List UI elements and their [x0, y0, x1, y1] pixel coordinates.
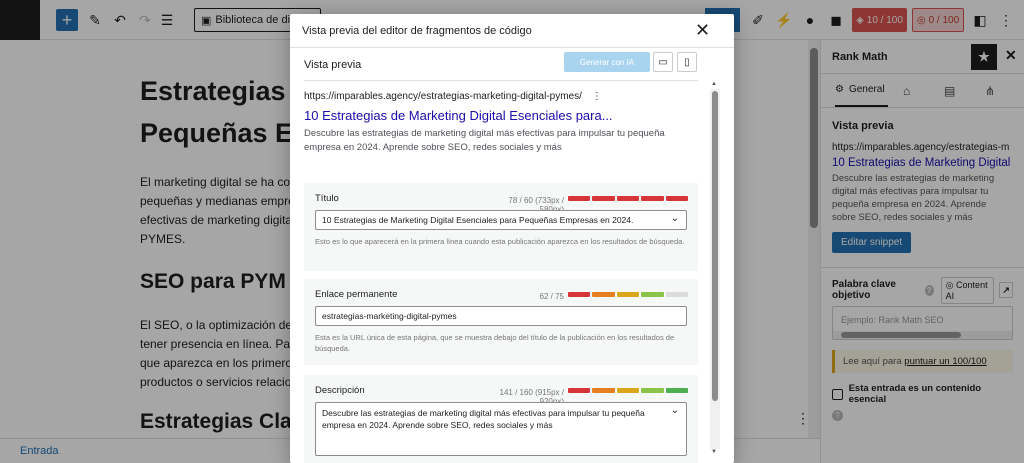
- serp-url: https://imparables.agency/estrategias-ma…: [304, 91, 582, 102]
- modal-title: Vista previa del editor de fragmentos de…: [302, 25, 532, 37]
- preview-label: Vista previa: [304, 59, 362, 71]
- mobile-preview-icon[interactable]: ▯: [677, 52, 697, 72]
- title-select[interactable]: 10 Estrategias de Marketing Digital Esen…: [315, 210, 687, 230]
- chevron-down-icon[interactable]: ⌄: [671, 213, 679, 224]
- serp-url-row: https://imparables.agency/estrategias-ma…: [304, 91, 704, 102]
- close-icon[interactable]: ✕: [695, 20, 710, 41]
- desktop-preview-icon[interactable]: ▭: [653, 52, 673, 72]
- title-field-card: Título 78 / 60 (733px / 580px) 10 Estrat…: [304, 183, 698, 271]
- modal-header: Vista previa del editor de fragmentos de…: [290, 14, 734, 48]
- modal-body: Vista previa Generar con IA ▭ ▯ https://…: [290, 49, 734, 463]
- generate-ai-label: Generar con IA: [579, 57, 635, 67]
- serp-description: Descubre las estrategias de marketing di…: [304, 128, 665, 153]
- description-field-card: Descripción 141 / 160 (915px / 920px) De…: [304, 375, 698, 463]
- chevron-down-icon[interactable]: ⌄: [671, 405, 679, 417]
- preview-toolbar: Vista previa Generar con IA ▭ ▯: [304, 49, 698, 81]
- description-length-bar: [568, 388, 689, 393]
- serp-title: 10 Estrategias de Marketing Digital Esen…: [304, 108, 613, 123]
- permalink-help-text: Esta es la URL única de esta página, que…: [315, 333, 675, 353]
- title-help-text: Esto es lo que aparecerá en la primera l…: [315, 237, 685, 246]
- modal-scrollbar-thumb[interactable]: [712, 91, 718, 401]
- title-value: 10 Estrategias de Marketing Digital Esen…: [322, 215, 634, 225]
- permalink-char-count: 62 / 75: [539, 292, 564, 301]
- permalink-input[interactable]: estrategias-marketing-digital-pymes: [315, 306, 687, 326]
- scroll-down-icon[interactable]: ▼: [711, 449, 717, 455]
- snippet-editor-modal: Vista previa del editor de fragmentos de…: [290, 14, 734, 463]
- description-textarea[interactable]: Descubre las estrategias de marketing di…: [315, 402, 687, 456]
- generate-ai-button[interactable]: Generar con IA: [564, 52, 650, 72]
- description-value: Descubre las estrategias de marketing di…: [322, 408, 645, 430]
- permalink-value: estrategias-marketing-digital-pymes: [322, 311, 457, 321]
- permalink-length-bar: [568, 292, 689, 297]
- permalink-field-card: Enlace permanente 62 / 75 estrategias-ma…: [304, 279, 698, 365]
- title-length-bar: [568, 196, 689, 201]
- serp-preview: https://imparables.agency/estrategias-ma…: [304, 91, 704, 155]
- more-icon[interactable]: ⋮: [592, 91, 602, 102]
- scroll-up-icon[interactable]: ▲: [711, 81, 717, 87]
